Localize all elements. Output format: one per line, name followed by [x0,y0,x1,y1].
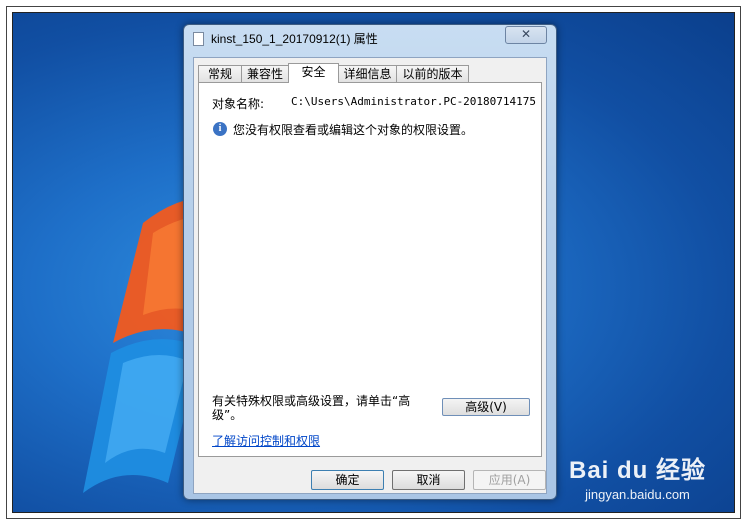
advanced-button[interactable]: 高级(V) [442,398,530,416]
dialog-client-area: 常规 兼容性 安全 详细信息 以前的版本 对象名称: C:\Users\Admi… [193,57,547,494]
window-title: kinst_150_1_20170912(1) 属性 [211,32,378,46]
no-permission-message: 您没有权限查看或编辑这个对象的权限设置。 [233,123,474,137]
info-icon: i [213,122,227,136]
baidu-watermark: Bai du 经验 jingyan.baidu.com [569,450,706,502]
access-control-link[interactable]: 了解访问控制和权限 [212,432,320,449]
close-icon: ✕ [520,27,532,41]
cancel-button[interactable]: 取消 [392,470,465,490]
tab-previous-versions[interactable]: 以前的版本 [396,65,469,82]
properties-dialog: kinst_150_1_20170912(1) 属性 ✕ 常规 兼容性 安全 详… [183,24,557,500]
watermark-brand: Bai du 经验 [568,457,706,484]
object-name-value: C:\Users\Administrator.PC-201807141751\D [291,95,537,108]
ok-button[interactable]: 确定 [311,470,384,490]
security-tab-panel: 对象名称: C:\Users\Administrator.PC-20180714… [198,82,542,457]
tab-security[interactable]: 安全 [288,63,339,83]
watermark-url: jingyan.baidu.com [585,487,690,502]
object-name-label: 对象名称: [212,97,265,111]
close-button[interactable]: ✕ [505,26,547,44]
apply-button[interactable]: 应用(A) [473,470,546,490]
tab-general[interactable]: 常规 [198,65,242,82]
special-permissions-text: 有关特殊权限或高级设置，请单击“高级”。 [212,394,411,422]
tab-details[interactable]: 详细信息 [338,65,397,82]
title-bar[interactable]: kinst_150_1_20170912(1) 属性 ✕ [184,25,556,51]
tab-compatibility[interactable]: 兼容性 [241,65,289,82]
file-icon [193,32,204,46]
